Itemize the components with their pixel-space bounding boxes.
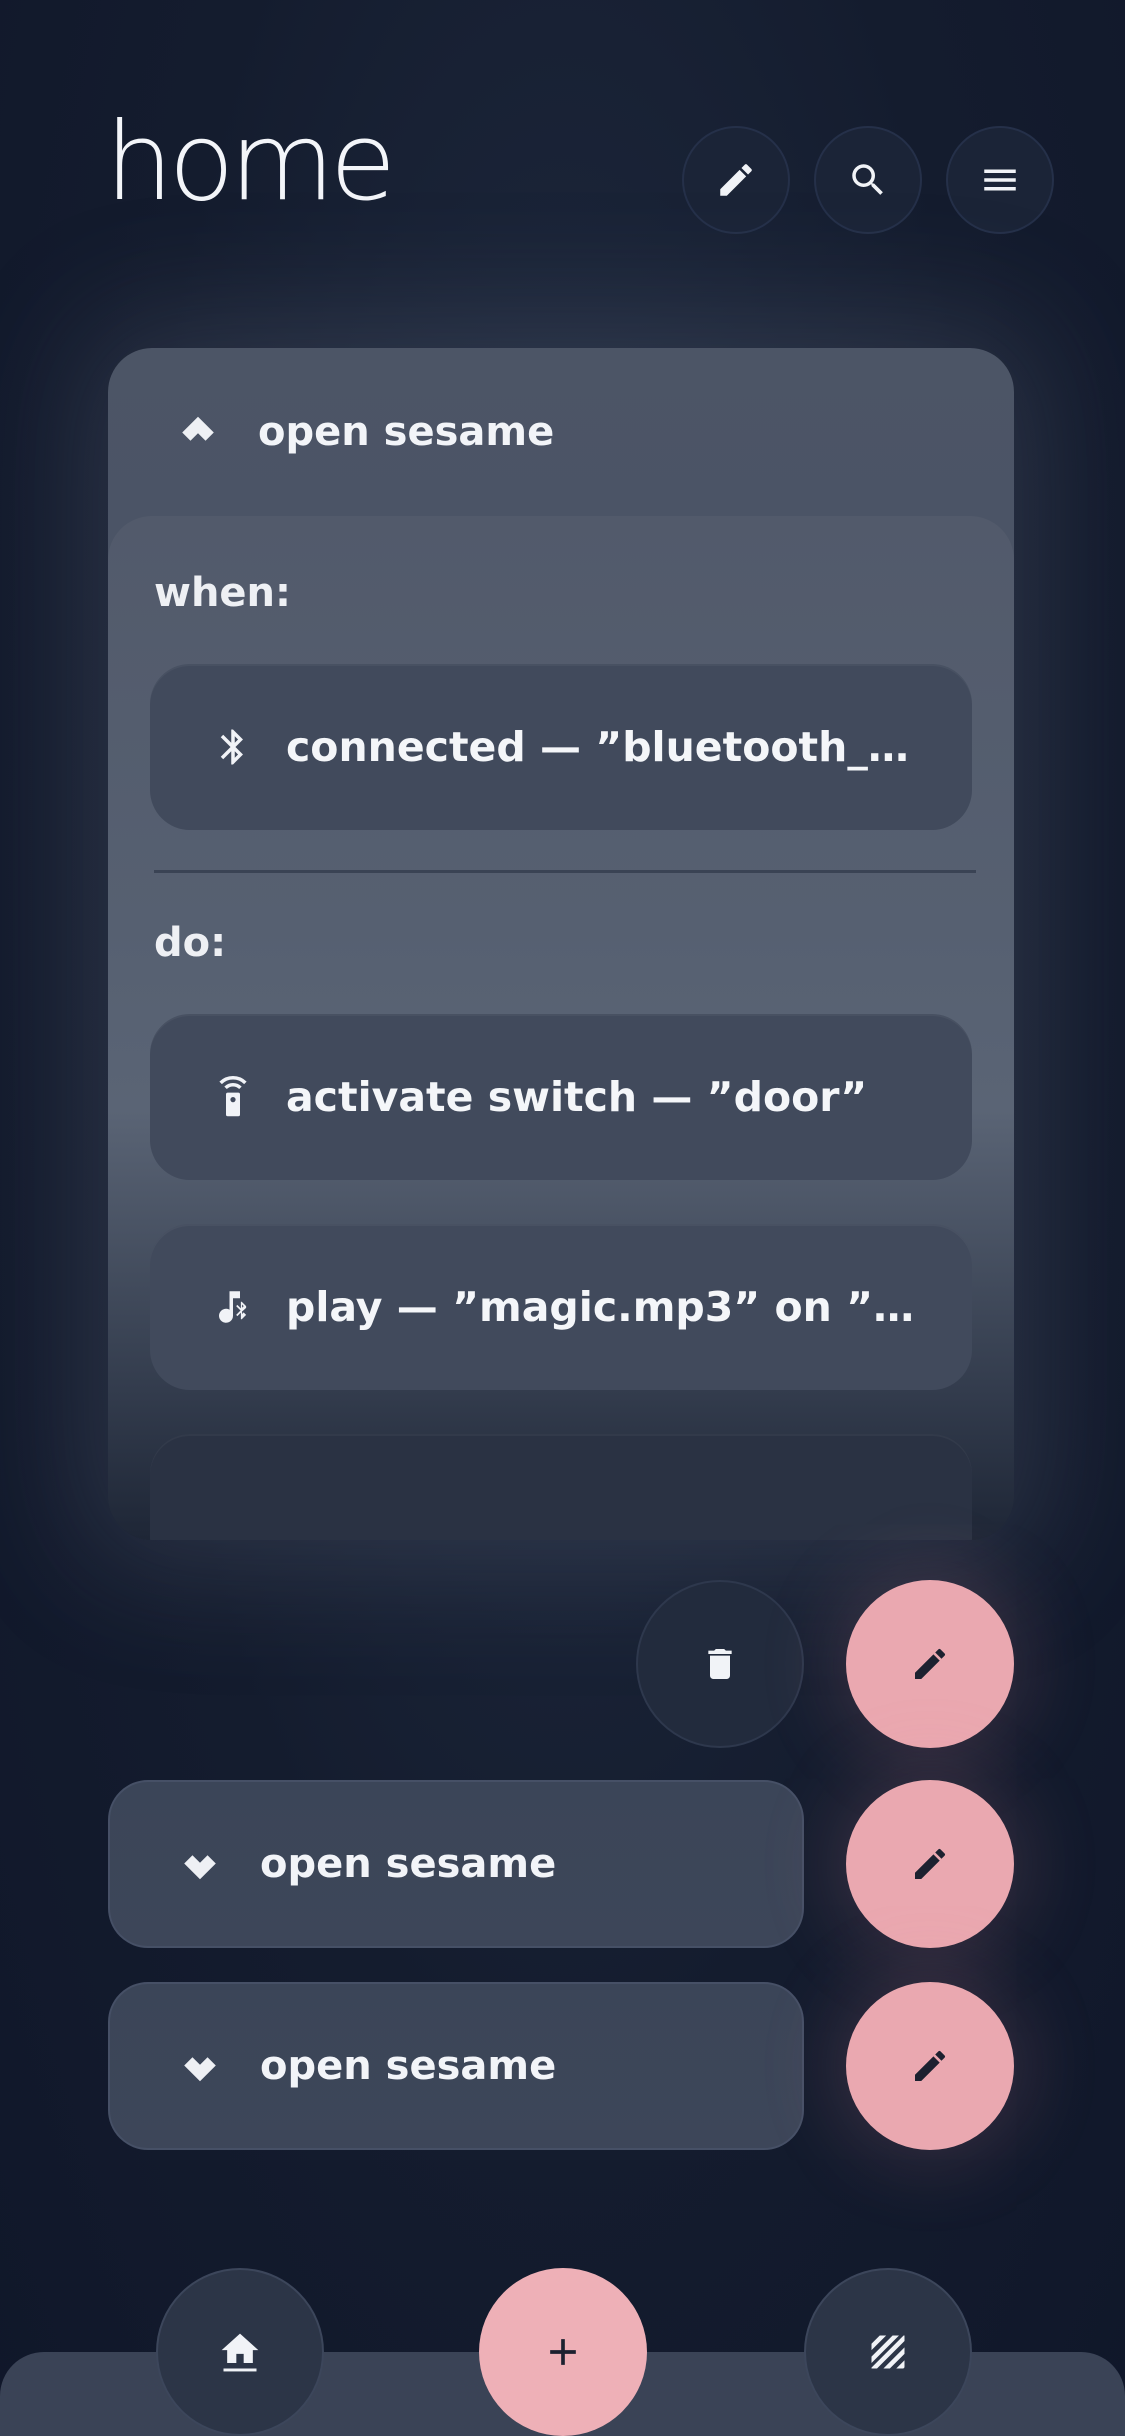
- pencil-icon: [915, 1648, 946, 1679]
- action-text: activate switch — ”door”: [286, 1073, 868, 1121]
- automation-header[interactable]: open sesame: [108, 348, 1014, 516]
- edit-automation-button[interactable]: [846, 1780, 1014, 1948]
- edit-automation-button[interactable]: [846, 1580, 1014, 1748]
- automation-card-expanded: open sesame when: connected — ”bluetooth…: [108, 348, 1014, 1540]
- page-title: home: [105, 100, 396, 225]
- pencil-icon: [915, 2050, 946, 2081]
- nav-home-button[interactable]: [156, 2268, 324, 2436]
- bluetooth-icon: [220, 729, 243, 765]
- chevron-down-icon: [184, 2057, 216, 2082]
- nav-devices-button[interactable]: [804, 2268, 972, 2436]
- action-text: play — ”magic.mp3” on ”ap…: [286, 1283, 926, 1331]
- trash-icon: [708, 1649, 732, 1679]
- hamburger-menu-icon: [984, 169, 1016, 191]
- trigger-row[interactable]: connected — ”bluetooth_de…: [150, 664, 972, 830]
- edit-button[interactable]: [682, 126, 790, 234]
- automation-name: open sesame: [258, 409, 555, 455]
- menu-button[interactable]: [946, 126, 1054, 234]
- remote-control-icon: [219, 1076, 247, 1117]
- divider: [154, 870, 976, 873]
- action-row[interactable]: play — ”magic.mp3” on ”ap…: [150, 1224, 972, 1390]
- pencil-icon: [720, 164, 752, 196]
- automation-card-collapsed[interactable]: open sesame: [108, 1982, 804, 2150]
- home-icon: [221, 2333, 259, 2372]
- action-row[interactable]: activate switch — ”door”: [150, 1014, 972, 1180]
- when-label: when:: [154, 570, 292, 616]
- delete-button[interactable]: [636, 1580, 804, 1748]
- automation-details: when: connected — ”bluetooth_de… do: act…: [108, 516, 1014, 1540]
- search-icon: [852, 164, 883, 195]
- pencil-icon: [915, 1848, 946, 1879]
- chevron-up-icon: [182, 416, 214, 441]
- nav-add-button[interactable]: [479, 2268, 647, 2436]
- home-screen: home open sesame when: connected — ”blue…: [0, 0, 1125, 2436]
- music-bluetooth-icon: [219, 1291, 247, 1323]
- trigger-text: connected — ”bluetooth_de…: [286, 723, 926, 771]
- search-button[interactable]: [814, 126, 922, 234]
- automation-card-collapsed[interactable]: open sesame: [108, 1780, 804, 1948]
- automation-name: open sesame: [260, 1841, 557, 1887]
- chevron-down-icon: [184, 1855, 216, 1880]
- automation-name: open sesame: [260, 2043, 557, 2089]
- action-row[interactable]: [150, 1434, 972, 1540]
- edit-automation-button[interactable]: [846, 1982, 1014, 2150]
- do-label: do:: [154, 920, 227, 966]
- striped-square-icon: [871, 2335, 905, 2369]
- plus-icon: [550, 2339, 576, 2365]
